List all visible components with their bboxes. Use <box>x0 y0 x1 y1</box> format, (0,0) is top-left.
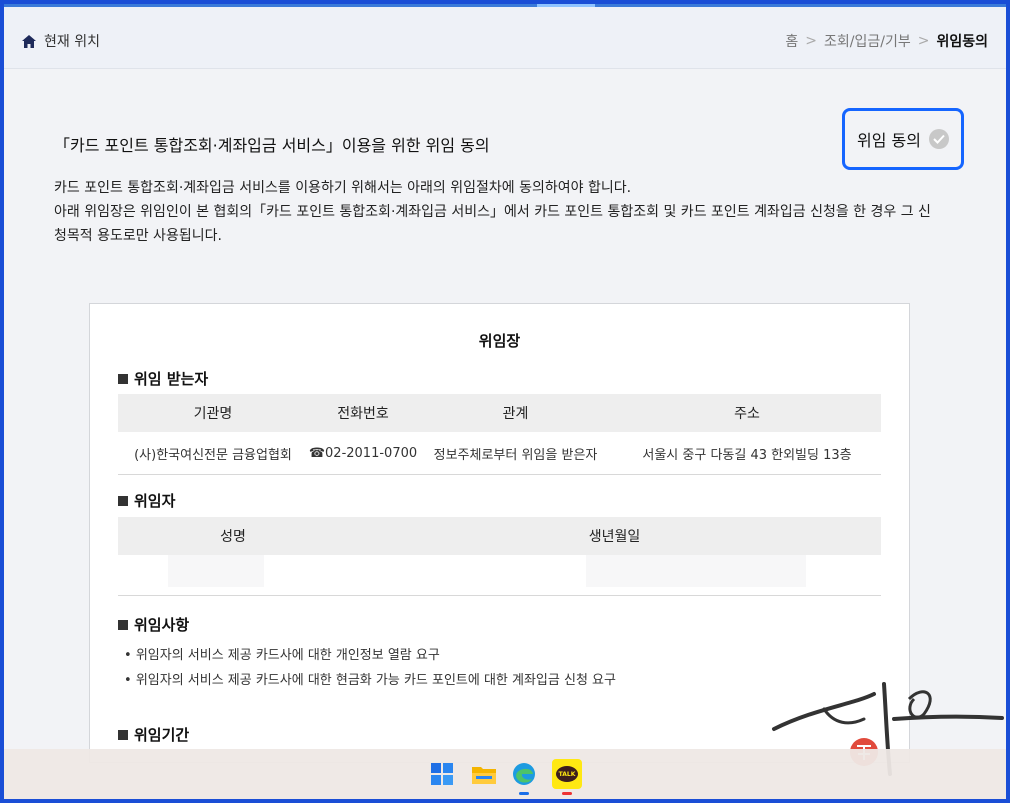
page-title: 「카드 포인트 통합조회·계좌입금 서비스」이용을 위한 위임 동의 <box>54 136 490 155</box>
matters-section-heading: 위임사항 <box>118 614 189 635</box>
description-line: 카드 포인트 통합조회·계좌입금 서비스를 이용하기 위해서는 아래의 위임절차… <box>54 180 632 196</box>
check-circle-icon <box>928 129 949 149</box>
table-cell: (사)한국여신전문 금융업협회 <box>134 447 292 463</box>
column-header: 생년월일 <box>588 529 641 545</box>
square-bullet-icon <box>118 495 128 506</box>
delegator-section-heading: 위임자 <box>118 490 175 511</box>
file-explorer-icon[interactable] <box>469 759 499 789</box>
table-header: 성명 생년월일 <box>118 517 881 555</box>
period-section-heading: 위임기간 <box>118 724 189 745</box>
column-header: 주소 <box>734 406 760 422</box>
delegator-table: 성명 생년월일 <box>118 517 881 596</box>
kakaotalk-label: TALK <box>556 766 578 782</box>
description: 카드 포인트 통합조회·계좌입금 서비스를 이용하기 위해서는 아래의 위임절차… <box>54 176 954 248</box>
column-header: 관계 <box>502 406 529 422</box>
matters-list: 위임자의 서비스 제공 카드사에 대한 개인정보 열람 요구 위임자의 서비스 … <box>124 643 616 693</box>
home-icon <box>22 34 36 48</box>
current-location-label: 현재 위치 <box>44 34 100 50</box>
table-header: 기관명 전화번호 관계 주소 <box>118 394 881 432</box>
breadcrumb-separator: > <box>805 33 818 49</box>
taskbar: TALK <box>4 749 1006 799</box>
kakaotalk-icon[interactable]: TALK <box>552 759 582 795</box>
notification-indicator <box>562 792 572 795</box>
current-location: 현재 위치 <box>22 31 100 51</box>
column-header: 전화번호 <box>337 406 389 422</box>
receiver-table: 기관명 전화번호 관계 주소 (사)한국여신전문 금융업협회 ☎02-2011-… <box>118 394 881 475</box>
breadcrumb-current: 위임동의 <box>936 34 988 50</box>
square-bullet-icon <box>118 619 128 630</box>
table-row <box>118 555 881 595</box>
browser-window: 현재 위치 홈 > 조회/입금/기부 > 위임동의 「카드 포인트 통합조회·계… <box>4 4 1006 799</box>
agree-button-label: 위임 동의 <box>857 131 921 150</box>
table-cell: 서울시 중구 다동길 43 한외빌딩 13층 <box>642 447 852 463</box>
active-indicator <box>519 792 529 795</box>
receiver-section-heading: 위임 받는자 <box>118 368 208 389</box>
breadcrumb-home[interactable]: 홈 <box>785 31 798 51</box>
list-item: 위임자의 서비스 제공 카드사에 대한 현금화 가능 카드 포인트에 대한 계좌… <box>124 668 616 693</box>
column-header: 성명 <box>220 529 246 545</box>
breadcrumb: 홈 > 조회/입금/기부 > 위임동의 <box>785 31 988 51</box>
list-item: 위임자의 서비스 제공 카드사에 대한 개인정보 열람 요구 <box>124 643 616 668</box>
description-line: 청목적 용도로만 사용됩니다. <box>54 228 222 244</box>
table-cell: 정보주체로부터 위임을 받은자 <box>433 447 598 463</box>
table-cell: ☎02-2011-0700 <box>308 445 418 461</box>
breadcrumb-lookup[interactable]: 조회/입금/기부 <box>824 31 911 51</box>
agree-button[interactable]: 위임 동의 <box>842 108 964 170</box>
column-header: 기관명 <box>193 406 233 422</box>
breadcrumb-separator: > <box>917 33 930 49</box>
document-title: 위임장 <box>478 332 521 350</box>
windows-start-icon[interactable] <box>427 759 457 789</box>
square-bullet-icon <box>118 729 128 740</box>
redacted-name <box>168 555 264 587</box>
description-line: 아래 위임장은 위임인이 본 협회의「카드 포인트 통합조회·계좌입금 서비스」… <box>54 204 931 220</box>
redacted-birthdate <box>586 555 806 587</box>
square-bullet-icon <box>118 373 128 384</box>
table-row: (사)한국여신전문 금융업협회 ☎02-2011-0700 정보주체로부터 위임… <box>118 432 881 474</box>
location-bar: 현재 위치 홈 > 조회/입금/기부 > 위임동의 <box>4 7 1006 69</box>
edge-browser-icon[interactable] <box>509 759 539 795</box>
